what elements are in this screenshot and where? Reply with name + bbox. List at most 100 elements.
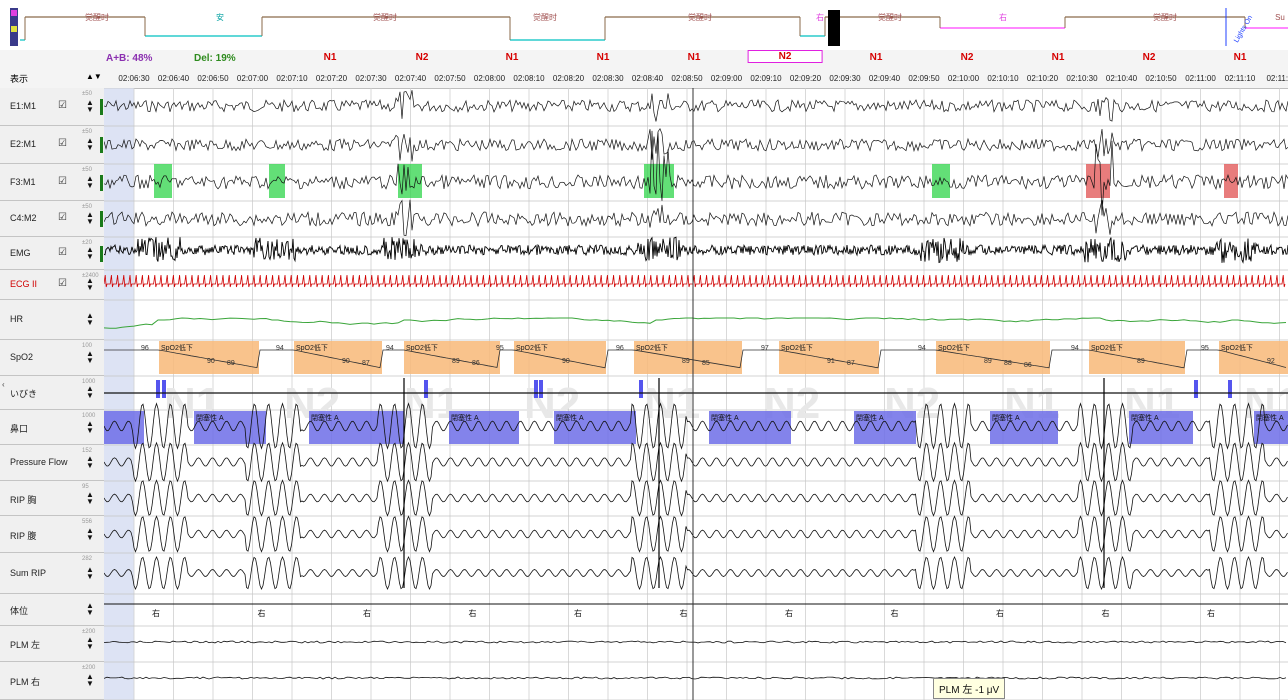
channel-visibility-checkbox[interactable]: ☑ — [58, 278, 67, 289]
spo2-value: 94 — [918, 345, 926, 352]
snore-event — [162, 380, 166, 398]
signal-traces[interactable]: SpO2低下9690 89SpO2低下9490 87SpO2低下9489 86SpO2… — [104, 88, 1288, 700]
stage-label[interactable]: N2 — [747, 50, 823, 63]
channel-visibility-checkbox[interactable]: ☑ — [58, 138, 67, 149]
apnea-event-label: 閉塞性 A — [1131, 413, 1159, 422]
channel-row[interactable]: EMG ☑ ±20 ▲ ▼ — [0, 237, 104, 270]
time-tick: 02:07:40 — [394, 74, 427, 83]
spo2-value: 94 — [386, 345, 394, 352]
stage-label[interactable]: N1 — [1234, 52, 1247, 63]
channel-scale-arrows[interactable]: ▲ ▼ — [86, 419, 94, 434]
channel-label: HR — [10, 314, 23, 324]
channel-row[interactable]: RIP 胸 95 ▲ ▼ — [0, 481, 104, 516]
stage-label[interactable]: N1 — [597, 52, 610, 63]
stage-label[interactable]: N1 — [870, 52, 883, 63]
hypnogram-label: 安 — [216, 12, 224, 22]
channel-scale-arrows[interactable]: ▲ ▼ — [86, 245, 94, 260]
channel-scale-arrows[interactable]: ▲ ▼ — [86, 99, 94, 114]
spo2-value: 90 — [562, 358, 570, 365]
channel-visibility-checkbox[interactable]: ☑ — [58, 212, 67, 223]
stage-label[interactable]: N1 — [324, 52, 337, 63]
time-tick: 02:07:10 — [276, 74, 308, 83]
channel-scale-arrows[interactable]: ▲ ▼ — [86, 350, 94, 365]
channel-label: ECG II — [10, 279, 38, 289]
plm-right-trace — [104, 676, 1287, 680]
channel-row[interactable]: PLM 右 ±200 ▲ ▼ — [0, 662, 104, 700]
channel-row[interactable]: PLM 左 ±200 ▲ ▼ — [0, 626, 104, 662]
channel-scale-arrows[interactable]: ▲ ▼ — [86, 277, 94, 292]
channel-label: C4:M2 — [10, 213, 37, 223]
channel-visibility-checkbox[interactable]: ☑ — [58, 247, 67, 258]
spo2-event-label: SpO2低下 — [1091, 343, 1123, 352]
stage-label[interactable]: N2 — [961, 52, 974, 63]
hypnogram-overview[interactable]: 觉醒时 安 觉醒时 觉醒时 觉醒时 右 觉醒时 右 觉醒时 Lights On Su — [0, 0, 1288, 51]
time-tick: 02:11:10 — [1224, 74, 1256, 83]
stage-label[interactable]: N2 — [1143, 52, 1156, 63]
channel-visibility-checkbox[interactable]: ☑ — [58, 176, 67, 187]
apnea-event-label: 閉塞性 A — [992, 413, 1020, 422]
channel-row[interactable]: E2:M1 ☑ ±50 ▲ ▼ — [0, 126, 104, 164]
time-tick: 02:09:00 — [710, 74, 743, 83]
stage-label[interactable]: N1 — [688, 52, 701, 63]
stage-label[interactable]: N1 — [506, 52, 519, 63]
channel-active-indicator — [100, 137, 103, 153]
time-axis: 02:06:30 02:06:40 02:06:50 02:07:00 02:07:10… — [0, 68, 1288, 89]
channel-label: RIP 腹 — [10, 530, 37, 541]
signal-plot-area[interactable]: SpO2低下 96 90 89 SpO2低下 94 90 87 SpO2低下 94 89 86 SpO2… — [104, 88, 1288, 700]
channel-row[interactable]: F3:M1 ☑ ±50 ▲ ▼ — [0, 164, 104, 201]
stage-label[interactable]: N1 — [1052, 52, 1065, 63]
snore-event — [539, 380, 543, 398]
pressure-flow-trace — [104, 441, 1288, 483]
channel-scale-arrows[interactable]: ▲ ▼ — [86, 673, 94, 688]
hypnogram-label: 右 — [816, 12, 824, 22]
hypnogram-label: 觉醒时 — [1153, 12, 1177, 22]
channel-scale-arrows[interactable]: ▲ ▼ — [86, 137, 94, 152]
channel-row[interactable]: ECG II ☑ ±2400 ▲ ▼ — [0, 270, 104, 300]
channel-scale-arrows[interactable]: ▲ ▼ — [86, 636, 94, 651]
channel-row[interactable]: C4:M2 ☑ ±50 ▲ ▼ — [0, 201, 104, 237]
channel-row[interactable]: SpO2 100 ▲ ▼ — [0, 340, 104, 376]
channel-scale-arrows[interactable]: ▲ ▼ — [86, 211, 94, 226]
spo2-value: 89 — [984, 358, 992, 365]
stage-watermark: N1 — [644, 379, 700, 428]
hypnogram-graph[interactable]: 觉醒时 安 觉醒时 觉醒时 觉醒时 右 觉醒时 右 觉醒时 Lights On Su — [0, 0, 1288, 50]
channel-active-indicator — [100, 211, 103, 227]
channel-scale-arrows[interactable]: ▲ ▼ — [86, 312, 94, 327]
apnea-event-label: 閉塞性 A — [311, 413, 339, 422]
time-tick: 02:09:20 — [789, 74, 822, 83]
channel-row[interactable]: E1:M1 ☑ ±50 ▲ ▼ — [0, 88, 104, 126]
channel-row[interactable]: いびき 1000 ▲ ▼ — [0, 376, 104, 410]
apnea-event-label: 閉塞性 A — [856, 413, 884, 422]
channel-scale-arrows[interactable]: ▲ ▼ — [86, 565, 94, 580]
channel-scale-arrows[interactable]: ▲ ▼ — [86, 602, 94, 617]
channel-label: Pressure Flow — [10, 457, 68, 467]
header-scroll-arrows[interactable]: ▲▼ — [86, 72, 102, 81]
channel-row[interactable]: RIP 腹 556 ▲ ▼ — [0, 516, 104, 553]
ecg-trace — [104, 274, 1286, 288]
channel-row[interactable]: Pressure Flow 152 ▲ ▼ — [0, 445, 104, 481]
rip-abdomen-trace — [104, 515, 1288, 553]
channel-label: PLM 左 — [10, 640, 41, 650]
channel-scale-arrows[interactable]: ▲ ▼ — [86, 174, 94, 189]
channel-scale-arrows[interactable]: ▲ ▼ — [86, 455, 94, 470]
channel-scale-arrows[interactable]: ▲ ▼ — [86, 526, 94, 541]
channel-row[interactable]: Sum RIP 282 ▲ ▼ — [0, 553, 104, 594]
channel-visibility-checkbox[interactable]: ☑ — [58, 100, 67, 111]
stage-label[interactable]: N2 — [416, 52, 429, 63]
spo2-event-label: SpO2低下 — [406, 343, 438, 352]
time-tick: 02:10:10 — [987, 74, 1019, 83]
channel-row[interactable]: 体位 ▲ ▼ — [0, 594, 104, 626]
body-position-label: 右 — [363, 608, 371, 618]
snore-event — [1194, 380, 1198, 398]
channel-label: いびき — [10, 389, 38, 399]
time-tick: 02:11:00 — [1185, 74, 1216, 83]
splitter-handle[interactable]: ‹ — [2, 380, 8, 394]
channel-scale-arrows[interactable]: ▲ ▼ — [86, 385, 94, 400]
spo2-event-label: SpO2低下 — [296, 343, 328, 352]
spo2-event-label: SpO2低下 — [938, 343, 970, 352]
channel-scale-arrows[interactable]: ▲ ▼ — [86, 490, 94, 505]
spo2-value: 96 — [141, 345, 149, 352]
channel-row[interactable]: HR ▲ ▼ — [0, 300, 104, 340]
hypnogram-cursor — [828, 10, 840, 46]
channel-row[interactable]: 鼻口 1000 ▲ ▼ — [0, 410, 104, 445]
